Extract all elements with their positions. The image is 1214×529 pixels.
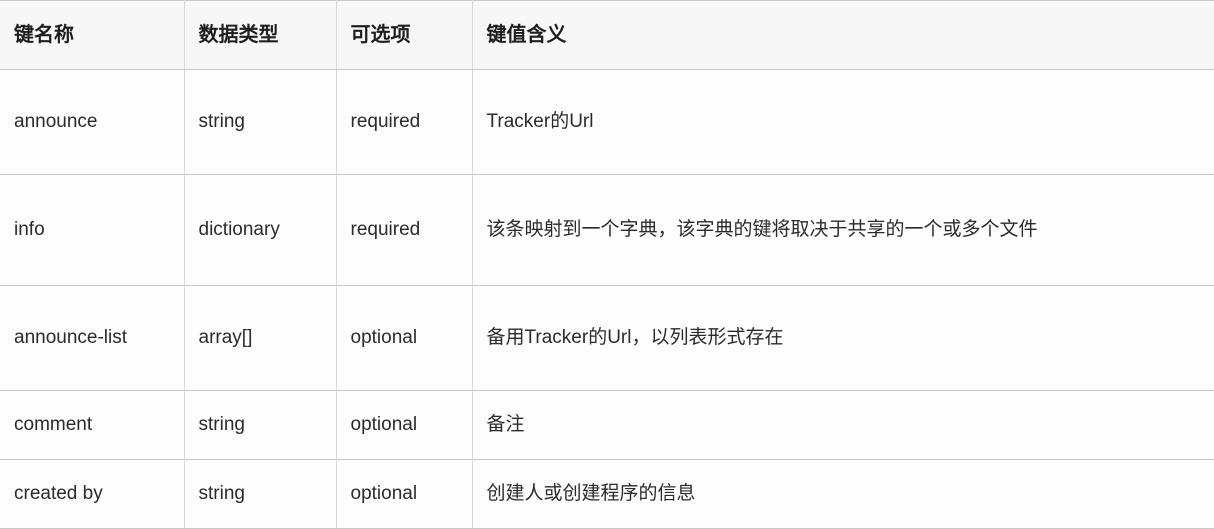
cell-key: created by [0, 459, 185, 529]
cell-description: 创建人或创建程序的信息 [472, 459, 1214, 529]
table-row: info dictionary required 该条映射到一个字典，该字典的键… [0, 174, 1214, 286]
cell-optional: required [336, 69, 473, 175]
cell-key: announce-list [0, 285, 185, 391]
table-row: comment string optional 备注 [0, 390, 1214, 460]
table-header: 键名称 数据类型 可选项 键值含义 [0, 0, 1214, 70]
cell-key: announce [0, 69, 185, 175]
cell-description: Tracker的Url [472, 69, 1214, 175]
cell-optional: optional [336, 285, 473, 391]
column-header-key: 键名称 [0, 0, 185, 70]
cell-type: dictionary [184, 174, 337, 286]
cell-type: string [184, 69, 337, 175]
cell-optional: optional [336, 459, 473, 529]
table-body: announce string required Tracker的Url inf… [0, 69, 1214, 529]
table-row: created by string optional 创建人或创建程序的信息 [0, 459, 1214, 529]
column-header-optional: 可选项 [336, 0, 473, 70]
cell-type: string [184, 390, 337, 460]
table-header-row: 键名称 数据类型 可选项 键值含义 [0, 0, 1214, 70]
cell-optional: required [336, 174, 473, 286]
bencode-key-spec-table: 键名称 数据类型 可选项 键值含义 announce string requir… [0, 0, 1214, 529]
cell-description: 该条映射到一个字典，该字典的键将取决于共享的一个或多个文件 [472, 174, 1214, 286]
cell-key: comment [0, 390, 185, 460]
cell-description: 备注 [472, 390, 1214, 460]
table-row: announce-list array[] optional 备用Tracker… [0, 285, 1214, 391]
cell-optional: optional [336, 390, 473, 460]
cell-key: info [0, 174, 185, 286]
column-header-type: 数据类型 [184, 0, 337, 70]
cell-type: array[] [184, 285, 337, 391]
cell-type: string [184, 459, 337, 529]
cell-description: 备用Tracker的Url，以列表形式存在 [472, 285, 1214, 391]
table-row: announce string required Tracker的Url [0, 69, 1214, 175]
column-header-description: 键值含义 [472, 0, 1214, 70]
